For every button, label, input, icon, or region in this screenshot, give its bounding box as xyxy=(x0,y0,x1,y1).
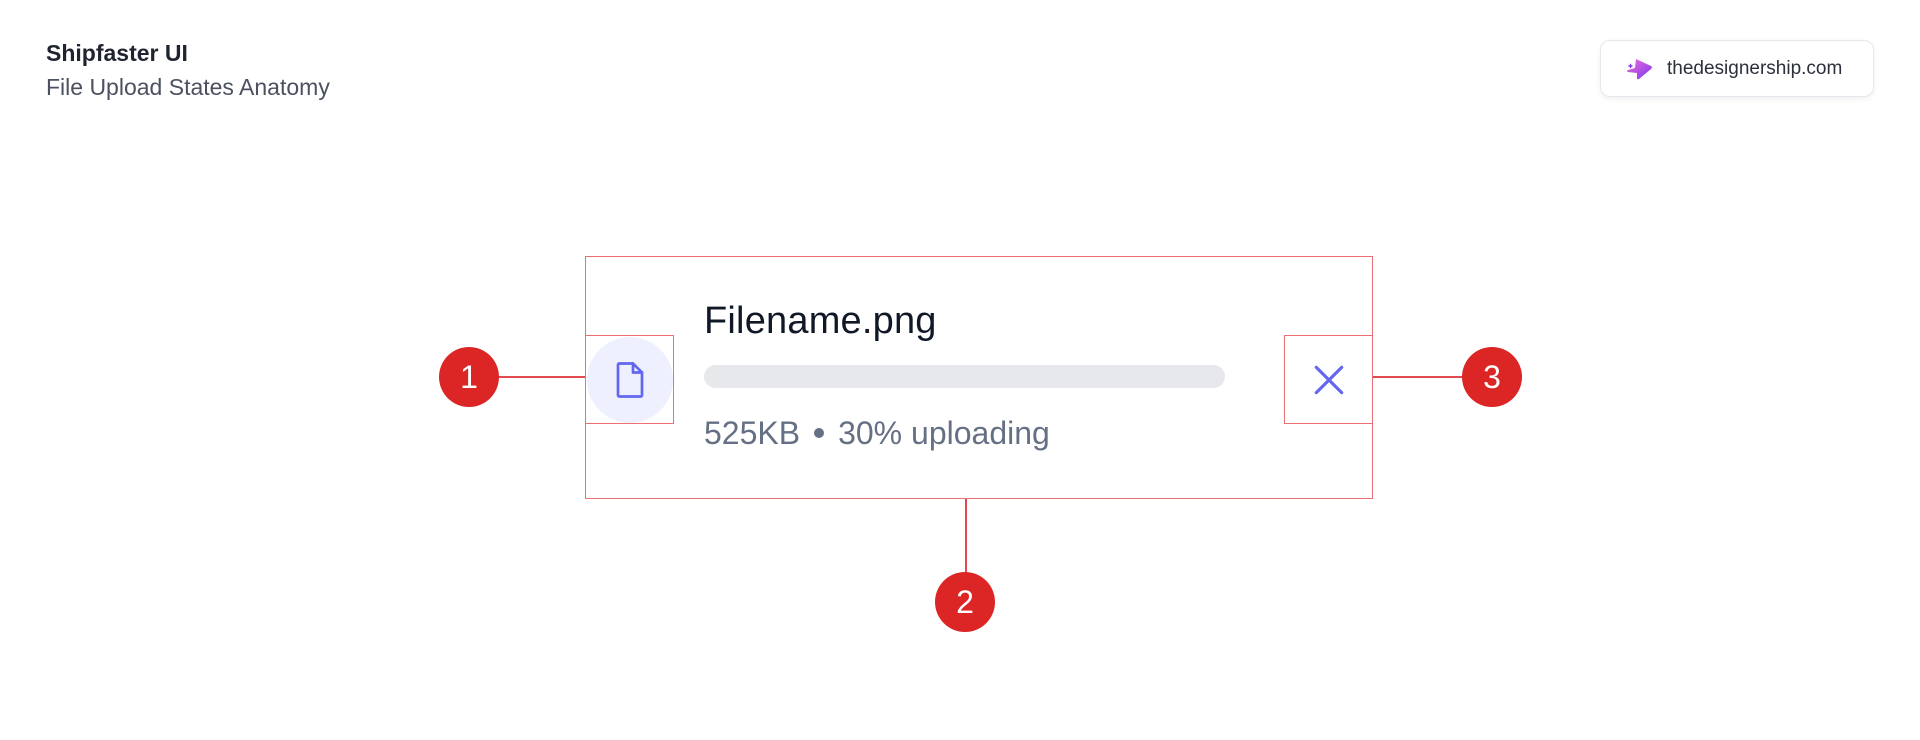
connector-line-3 xyxy=(1373,376,1462,378)
page-header: Shipfaster UI File Upload States Anatomy xyxy=(46,38,330,102)
page-subtitle: File Upload States Anatomy xyxy=(46,74,330,100)
site-link-label[interactable]: thedesignership.com xyxy=(1667,58,1842,80)
brand-title: Shipfaster UI xyxy=(46,40,188,66)
file-icon-outline xyxy=(585,335,674,424)
upload-status: 30% uploading xyxy=(838,415,1050,451)
meta-separator-dot xyxy=(814,428,825,438)
close-button-outline xyxy=(1284,335,1373,424)
file-meta: 525KB 30% uploading xyxy=(704,413,1050,453)
upload-progress-bar xyxy=(704,365,1225,388)
connector-line-1 xyxy=(497,376,585,378)
file-size: 525KB xyxy=(704,415,801,451)
anatomy-marker-2: 2 xyxy=(935,572,995,632)
anatomy-marker-1: 1 xyxy=(439,347,499,407)
file-name: Filename.png xyxy=(704,300,937,342)
anatomy-marker-3: 3 xyxy=(1462,347,1522,407)
anatomy-canvas: Shipfaster UI File Upload States Anatomy… xyxy=(0,0,1920,740)
site-link-badge[interactable]: thedesignership.com xyxy=(1600,40,1874,97)
designership-logo-icon xyxy=(1627,58,1652,79)
connector-line-2 xyxy=(965,499,967,573)
